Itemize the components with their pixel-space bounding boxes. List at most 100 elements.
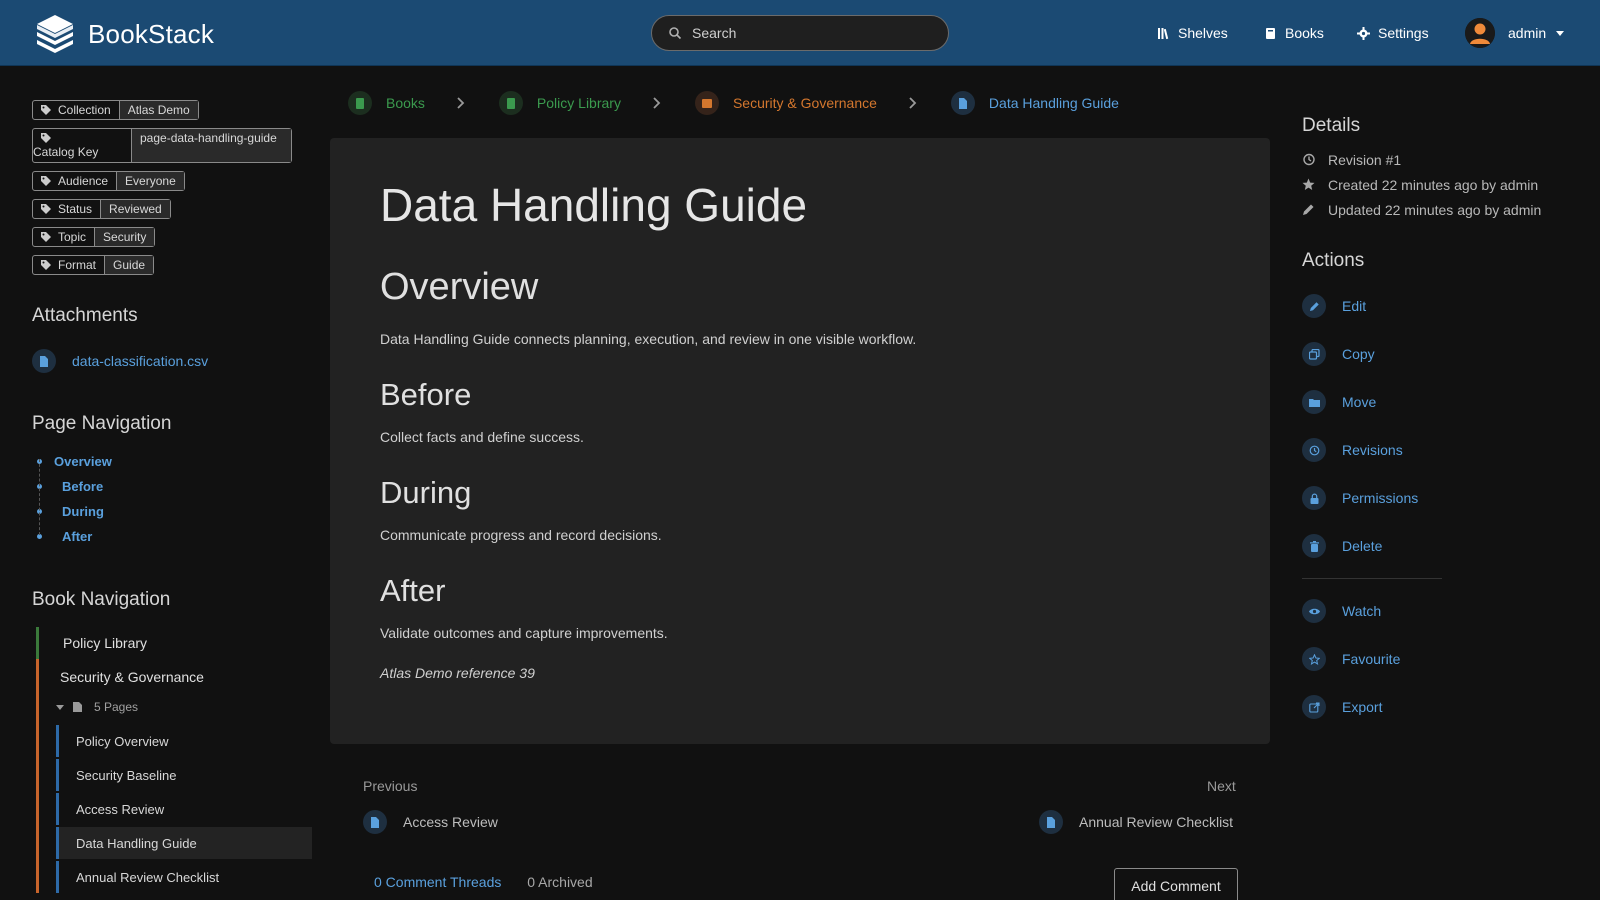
user-name: admin	[1508, 25, 1547, 41]
actions-divider	[1302, 578, 1442, 579]
tag-audience[interactable]: Audience Everyone	[32, 171, 185, 191]
chevron-down-icon	[1556, 30, 1565, 36]
action-move[interactable]: Move	[1302, 378, 1582, 426]
action-favourite[interactable]: Favourite	[1302, 635, 1582, 683]
action-watch[interactable]: Watch	[1302, 587, 1582, 635]
page-navigation-heading: Page Navigation	[32, 413, 172, 434]
breadcrumb-books[interactable]: Books	[348, 91, 425, 115]
add-comment-button[interactable]: Add Comment	[1114, 868, 1238, 900]
tag-key: Topic	[58, 230, 87, 244]
tag-topic[interactable]: Topic Security	[32, 227, 156, 247]
search-box[interactable]	[651, 15, 949, 51]
book-nav-page[interactable]: Policy Overview	[56, 725, 312, 757]
left-sidebar: Collection Atlas Demo Catalog Key page-dat…	[32, 100, 312, 895]
attachment-name: data-classification.csv	[72, 353, 209, 369]
pencil-icon	[1302, 294, 1326, 318]
chapter-link[interactable]: Security & Governance	[39, 659, 312, 695]
nav-books-label: Books	[1285, 25, 1324, 41]
breadcrumb-page[interactable]: Data Handling Guide	[950, 91, 1119, 115]
attachment-link[interactable]: data-classification.csv	[32, 349, 312, 373]
bookstack-logo-icon	[37, 15, 73, 53]
page-nav-line	[39, 459, 40, 535]
breadcrumb-label: Books	[386, 95, 425, 111]
paragraph-before: Collect facts and define success.	[380, 429, 584, 445]
page-title: Data Handling Guide	[380, 179, 808, 231]
tag-catalog-key[interactable]: Catalog Key page-data-handling-guide	[32, 128, 292, 163]
nav-settings[interactable]: Settings	[1357, 0, 1429, 66]
revision-text: Revision #1	[1328, 151, 1402, 168]
brand-logo[interactable]: BookStack	[34, 14, 214, 54]
book-nav-book[interactable]: Policy Library	[36, 627, 312, 659]
tag-key: Audience	[58, 174, 109, 188]
previous-label: Previous	[363, 778, 418, 794]
tag-icon	[41, 204, 51, 214]
action-export[interactable]: Export	[1302, 683, 1582, 731]
detail-created: Created 22 minutes ago by admin	[1302, 172, 1582, 197]
nav-shelves[interactable]: Shelves	[1157, 0, 1228, 66]
books-icon	[348, 91, 372, 115]
tag-key: Collection	[58, 103, 111, 117]
details-list: Revision #1 Created 22 minutes ago by ad…	[1302, 147, 1582, 222]
page-nav-label: Overview	[54, 454, 112, 469]
tab-comment-threads[interactable]: 0 Comment Threads	[374, 874, 501, 890]
breadcrumb-chapter[interactable]: Security & Governance	[694, 91, 877, 115]
page-nav-after[interactable]: After	[32, 524, 312, 549]
tag-collection[interactable]: Collection Atlas Demo	[32, 100, 199, 120]
page-nav-label: After	[62, 529, 93, 544]
file-icon	[32, 349, 56, 373]
actions-heading: Actions	[1302, 250, 1365, 271]
tag-icon	[41, 176, 51, 186]
action-revisions[interactable]: Revisions	[1302, 426, 1582, 474]
books-icon	[1266, 27, 1275, 39]
nav-books[interactable]: Books	[1264, 0, 1324, 66]
user-avatar-icon	[1465, 18, 1495, 48]
breadcrumb-label: Policy Library	[536, 95, 621, 111]
tag-value: Guide	[104, 256, 154, 274]
book-nav-page-active[interactable]: Data Handling Guide	[56, 827, 312, 859]
tag-status[interactable]: Status Reviewed	[32, 199, 171, 219]
user-menu[interactable]: admin	[1465, 18, 1565, 48]
action-label: Watch	[1342, 603, 1382, 619]
paragraph-during: Communicate progress and record decision…	[380, 527, 662, 543]
search-input[interactable]	[692, 25, 922, 41]
caret-down-icon	[56, 704, 64, 710]
star-outline-icon	[1302, 647, 1326, 671]
tag-key: Format	[58, 258, 97, 272]
previous-page-link[interactable]: Access Review	[363, 810, 498, 834]
tab-archived[interactable]: 0 Archived	[527, 874, 592, 890]
nav-settings-label: Settings	[1378, 25, 1429, 41]
book-nav-page[interactable]: Access Review	[56, 793, 312, 825]
action-edit[interactable]: Edit	[1302, 282, 1582, 330]
action-delete[interactable]: Delete	[1302, 522, 1582, 570]
book-navigation: Policy Library Security & Governance 5 P…	[32, 627, 312, 893]
page-nav-during[interactable]: During	[32, 499, 312, 524]
action-label: Move	[1342, 394, 1377, 410]
pages-count: 5 Pages	[94, 700, 139, 714]
reference-note: Atlas Demo reference 39	[380, 665, 535, 681]
next-label: Next	[1207, 778, 1236, 794]
tag-format[interactable]: Format Guide	[32, 255, 155, 275]
action-permissions[interactable]: Permissions	[1302, 474, 1582, 522]
tag-value: Security	[94, 228, 155, 246]
page-nav-overview[interactable]: Overview	[32, 449, 312, 474]
tag-value: Reviewed	[100, 200, 170, 218]
copy-icon	[1302, 342, 1326, 366]
export-icon	[1302, 695, 1326, 719]
book-nav-page[interactable]: Annual Review Checklist	[56, 861, 312, 893]
detail-revision[interactable]: Revision #1	[1302, 147, 1582, 172]
pencil-icon	[1303, 204, 1314, 215]
book-nav-page[interactable]: Security Baseline	[56, 759, 312, 791]
next-page-link[interactable]: Annual Review Checklist	[1039, 810, 1233, 834]
pages-toggle[interactable]: 5 Pages	[39, 695, 312, 719]
brand-name: BookStack	[88, 18, 215, 49]
page-icon	[73, 702, 82, 712]
updated-text: Updated 22 minutes ago by admin	[1328, 201, 1542, 218]
page-icon	[1039, 810, 1063, 834]
tag-value: Everyone	[116, 172, 184, 190]
page-nav-before[interactable]: Before	[32, 474, 312, 499]
book-navigation-heading: Book Navigation	[32, 589, 171, 610]
action-copy[interactable]: Copy	[1302, 330, 1582, 378]
page-icon	[363, 810, 387, 834]
breadcrumb-book[interactable]: Policy Library	[498, 91, 621, 115]
page-icon	[950, 91, 975, 115]
